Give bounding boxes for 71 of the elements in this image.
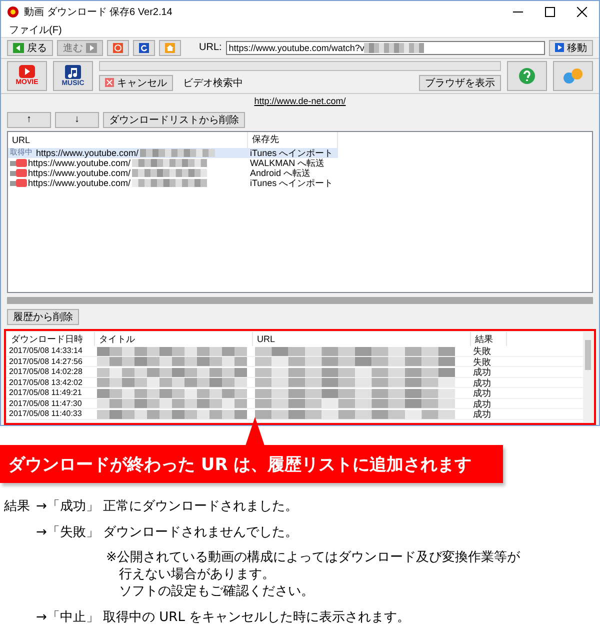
go-button[interactable]: 移動 [549,40,593,56]
result-cell-text: 成功 [472,398,492,408]
speech-bubbles-icon [562,68,584,84]
column-header: URL [253,332,471,346]
move-down-button[interactable]: ↓ [55,112,99,128]
window-title: 動画 ダウンロード 保存6 Ver2.14 [24,6,174,19]
status-text: ビデオ検索中 [183,76,244,90]
move-up-button[interactable]: ↑ [7,112,51,128]
remark-text: ソフトの設定もご確認ください。 [119,583,314,600]
play-icon [19,65,35,78]
url-cell: https://www.youtube.com/ [8,158,248,168]
destination-cell-text: iTunes へインポート [249,178,334,188]
app-icon [7,6,19,18]
menu-item[interactable]: ファイル(F) [9,22,62,37]
video-logo-icon [10,168,27,177]
video-logo-icon [10,158,27,167]
remark-text: 行えない場合があります。 [119,566,275,583]
list-row[interactable]: https://www.youtube.com/ iTunes へインポート [8,178,338,188]
delete-history-button[interactable]: 履歴から削除 [7,309,79,326]
result-cell-text: 成功 [472,409,492,419]
stop-button[interactable] [107,40,129,56]
result-cell-text: 成功 [472,378,492,388]
maximize-icon[interactable] [545,6,555,17]
url-label: URL: [199,42,222,54]
arrow-right-icon [555,43,564,52]
home-icon [165,42,175,53]
close-icon [105,78,114,88]
list-row[interactable]: https://www.youtube.com/ WALKMAN へ転送 [8,158,338,168]
note-text: →「失敗」 ダウンロードされませんでした。 [36,524,298,541]
music-note-icon [65,64,81,79]
back-button[interactable]: 戻る [7,40,53,56]
note-text: →「中止」 取得中の URL をキャンセルした時に表示されます。 [36,609,410,626]
date-cell-text: 2017/05/08 14:02:28 [8,367,84,377]
result-cell-text: 成功 [472,367,492,377]
result-cell-text: 失敗 [472,346,492,356]
url-cell: https://www.youtube.com/ [8,168,248,178]
column-header: ダウンロード日時 [7,332,95,346]
callout-text: ダウンロードが終わった UR は、履歴リストに追加されます [8,454,472,476]
list-row[interactable]: https://www.youtube.com/ Android へ転送 [8,168,338,178]
url-cell: https://www.youtube.com/ [8,178,248,188]
date-cell-text: 2017/05/08 11:40:33 [8,409,83,419]
refresh-icon [139,42,149,53]
note-label: 結果 [4,498,31,515]
cancel-button[interactable]: キャンセル [99,74,173,91]
date-cell-text: 2017/05/08 14:33:14 [8,346,84,356]
show-browser-button[interactable]: ブラウザを表示 [419,74,501,91]
destination-cell-text: iTunes へインポート [249,148,334,158]
result-cell-text: 成功 [472,388,492,398]
help-button[interactable] [507,60,547,91]
help-icon [519,68,535,84]
remove-button[interactable]: ダウンロードリストから削除 [103,112,245,128]
remark-text: ※公開されている動画の構成によってはダウンロード及び変換作業等が [106,549,520,566]
date-cell-text: 2017/05/08 11:47:30 [8,398,83,408]
refresh-button[interactable] [133,40,155,56]
destination-cell-text: WALKMAN へ転送 [249,158,326,168]
note-text: →「成功」 正常にダウンロードされました。 [36,498,298,515]
date-cell-text: 2017/05/08 14:27:56 [8,356,84,366]
stop-icon [113,42,123,53]
result-cell-text: 失敗 [472,356,492,366]
column-header: タイトル [95,332,253,346]
website-link[interactable]: http://www.de-net.com/ [254,96,346,106]
url-field[interactable]: https://www.youtube.com/watch?v [226,40,545,55]
mosaic-drawing [364,42,424,53]
destination-cell-text: Android へ転送 [249,168,311,178]
arrow-right-icon [86,42,97,53]
arrow-left-icon [13,42,24,53]
column-header: 結果 [471,332,507,346]
close-icon[interactable] [577,6,587,17]
date-cell-text: 2017/05/08 11:49:21 [8,388,83,398]
video-logo-icon [10,178,27,187]
date-cell-text: 2017/05/08 13:42:02 [8,378,84,388]
